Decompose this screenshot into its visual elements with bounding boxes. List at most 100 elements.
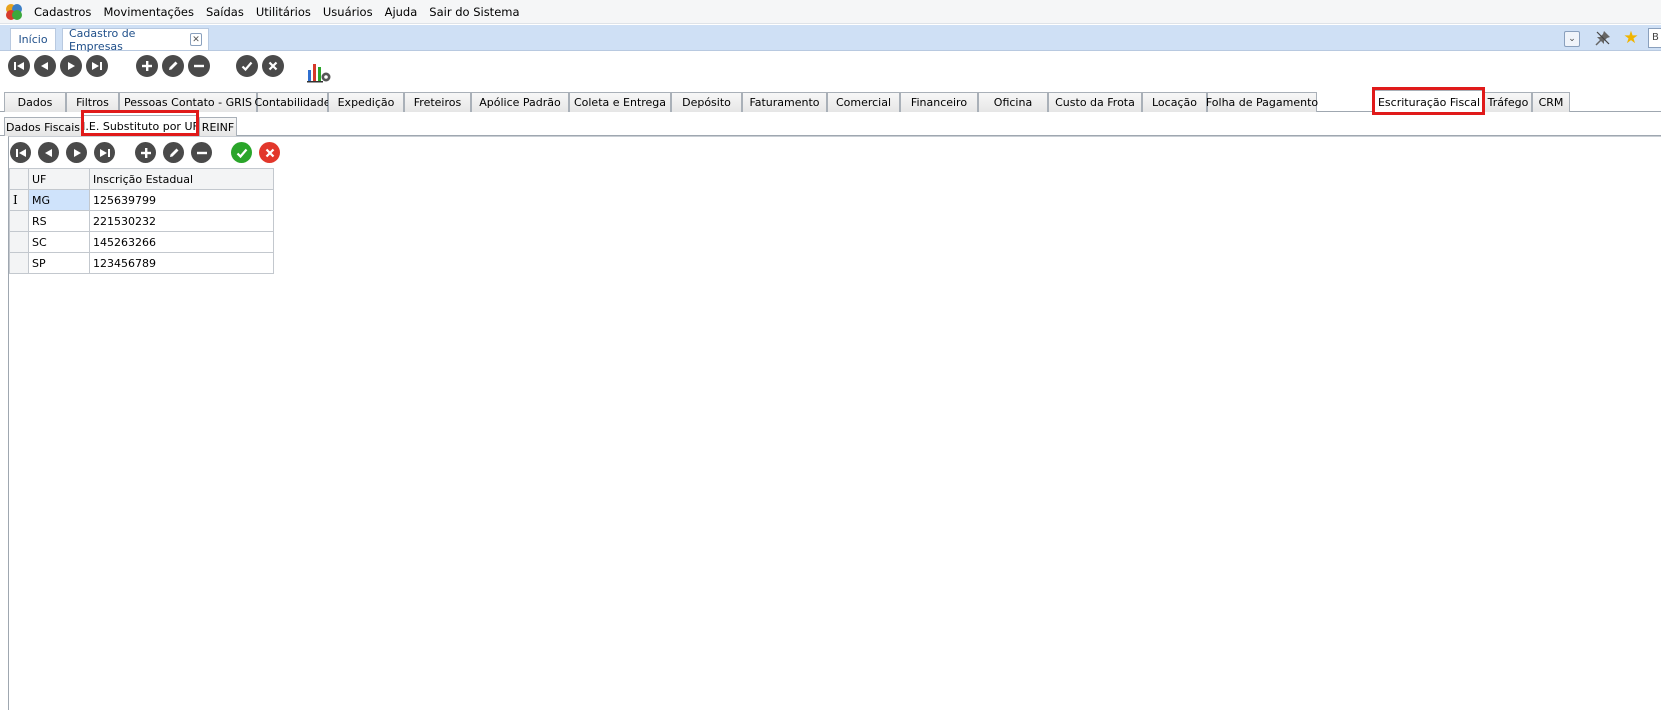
chevron-down-icon[interactable]: ⌄ — [1564, 31, 1580, 47]
row-indicator — [9, 231, 29, 253]
table-row[interactable]: RS 221530232 — [9, 210, 274, 232]
tab-dados[interactable]: Dados — [4, 92, 66, 112]
menu-usuarios[interactable]: Usuários — [317, 0, 379, 24]
tab-label: Comercial — [835, 96, 892, 109]
tab-inicio-label: Início — [18, 33, 48, 46]
tab-cadastro-empresas-label: Cadastro de Empresas — [69, 26, 136, 53]
minus-icon — [194, 64, 204, 68]
add-button[interactable] — [136, 55, 158, 77]
tab-label: Dados — [17, 96, 53, 109]
minus-icon — [196, 151, 207, 154]
unpin-icon[interactable] — [1594, 29, 1612, 47]
app-logo-icon — [6, 3, 22, 20]
grid-cancel-button[interactable] — [259, 142, 280, 163]
tab-oficina[interactable]: Oficina — [978, 92, 1048, 112]
tab-financeiro[interactable]: Financeiro — [900, 92, 978, 112]
tab-apolice-padrao[interactable]: Apólice Padrão — [471, 92, 569, 112]
star-icon[interactable]: ★ — [1622, 28, 1640, 48]
delete-button[interactable] — [188, 55, 210, 77]
tab-label: Financeiro — [910, 96, 968, 109]
column-header-uf[interactable]: UF — [28, 168, 90, 190]
tab-expedicao[interactable]: Expedição — [328, 92, 404, 112]
subtab-dados-fiscais[interactable]: Dados Fiscais — [4, 117, 82, 136]
menu-utilitarios[interactable]: Utilitários — [250, 0, 317, 24]
grid-header-row: UF Inscrição Estadual — [9, 168, 274, 190]
tab-custo-frota[interactable]: Custo da Frota — [1048, 92, 1142, 112]
save-button[interactable] — [236, 55, 258, 77]
tab-label: Freteiros — [413, 96, 462, 109]
tab-label: Folha de Pagamento — [1205, 96, 1319, 109]
next-record-button[interactable] — [60, 55, 82, 77]
table-row[interactable]: SP 123456789 — [9, 252, 274, 274]
tab-filtros[interactable]: Filtros — [66, 92, 119, 112]
subtab-ie-substituto-uf[interactable]: I.E. Substituto por UF — [82, 115, 199, 137]
grid-confirm-button[interactable] — [231, 142, 252, 163]
cell-inscricao-estadual[interactable]: 125639799 — [89, 189, 274, 211]
cell-uf[interactable]: MG — [28, 189, 90, 211]
sub-tab-bar: Dados Fiscais I.E. Substituto por UF REI… — [0, 115, 1661, 137]
cell-inscricao-estadual[interactable]: 221530232 — [89, 210, 274, 232]
tab-deposito[interactable]: Depósito — [671, 92, 742, 112]
text-cursor-icon: I — [13, 193, 18, 207]
grid-edit-button[interactable] — [163, 142, 184, 163]
column-header-inscricao-estadual[interactable]: Inscrição Estadual — [89, 168, 274, 190]
grid-last-button[interactable] — [94, 142, 115, 163]
tab-faturamento[interactable]: Faturamento — [742, 92, 827, 112]
grid-previous-button[interactable] — [38, 142, 59, 163]
check-icon — [236, 148, 247, 158]
tab-contabilidade[interactable]: Contabilidade — [254, 92, 331, 112]
tab-label: Apólice Padrão — [479, 96, 561, 109]
chart-settings-icon[interactable] — [306, 58, 332, 84]
ie-substituto-grid: UF Inscrição Estadual I MG 125639799 RS … — [9, 168, 274, 274]
tab-trafego[interactable]: Tráfego — [1484, 92, 1532, 112]
subtab-reinf[interactable]: REINF — [199, 117, 237, 136]
grid-delete-button[interactable] — [191, 142, 212, 163]
grid-add-button[interactable] — [135, 142, 156, 163]
cancel-button[interactable] — [262, 55, 284, 77]
cell-uf[interactable]: SC — [28, 231, 90, 253]
search-input[interactable]: B — [1648, 28, 1661, 48]
grid-next-button[interactable] — [66, 142, 87, 163]
menu-cadastros[interactable]: Cadastros — [28, 0, 97, 24]
cell-uf[interactable]: RS — [28, 210, 90, 232]
last-record-button[interactable] — [86, 55, 108, 77]
row-indicator — [9, 210, 29, 232]
tab-label: Depósito — [682, 96, 731, 109]
edit-button[interactable] — [162, 55, 184, 77]
tab-locacao[interactable]: Locação — [1142, 92, 1207, 112]
first-record-button[interactable] — [8, 55, 30, 77]
menu-ajuda[interactable]: Ajuda — [379, 0, 424, 24]
row-indicator-header — [9, 168, 29, 190]
pencil-icon — [169, 148, 178, 157]
menu-sair[interactable]: Sair do Sistema — [423, 0, 525, 24]
menu-saidas[interactable]: Saídas — [200, 0, 250, 24]
tab-escrituracao-fiscal[interactable]: Escrituração Fiscal — [1374, 90, 1484, 113]
tab-cadastro-empresas[interactable]: Cadastro de Empresas ✕ — [62, 26, 209, 53]
first-icon — [15, 148, 26, 157]
tab-folha-pagamento[interactable]: Folha de Pagamento — [1205, 92, 1319, 112]
table-row[interactable]: I MG 125639799 — [9, 189, 274, 211]
subtab-label: REINF — [201, 120, 235, 134]
close-icon[interactable]: ✕ — [189, 33, 202, 46]
subtab-label: Dados Fiscais — [5, 120, 81, 134]
previous-icon — [44, 148, 52, 157]
cell-inscricao-estadual[interactable]: 123456789 — [89, 252, 274, 274]
tab-label: Oficina — [993, 96, 1033, 109]
table-row[interactable]: SC 145263266 — [9, 231, 274, 253]
tab-crm[interactable]: CRM — [1532, 92, 1570, 112]
tab-comercial[interactable]: Comercial — [827, 92, 900, 112]
menu-movimentacoes[interactable]: Movimentações — [97, 0, 200, 24]
tab-label: Faturamento — [749, 96, 820, 109]
tab-label: Custo da Frota — [1055, 96, 1135, 109]
cell-inscricao-estadual[interactable]: 145263266 — [89, 231, 274, 253]
tab-pessoas-contato-gris[interactable]: Pessoas Contato - GRIS — [119, 92, 257, 112]
tab-label: Pessoas Contato - GRIS — [123, 96, 252, 109]
grid-first-button[interactable] — [10, 142, 31, 163]
previous-record-button[interactable] — [34, 55, 56, 77]
row-indicator — [9, 252, 29, 274]
tab-coleta-entrega[interactable]: Coleta e Entrega — [569, 92, 671, 112]
cell-uf[interactable]: SP — [28, 252, 90, 274]
tab-inicio[interactable]: Início — [10, 28, 56, 50]
window-tab-bar: Início Cadastro de Empresas ✕ — [0, 25, 1661, 53]
tab-freteiros[interactable]: Freteiros — [404, 92, 471, 112]
